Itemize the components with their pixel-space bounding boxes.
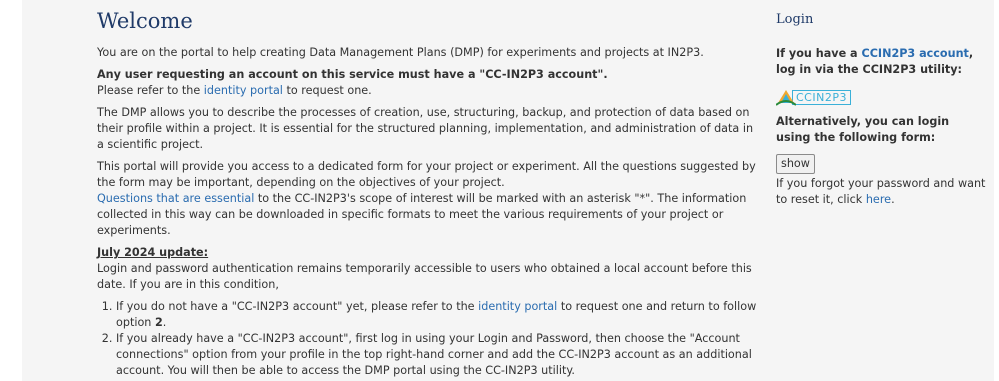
step-1-identity-portal-link[interactable]: identity portal (478, 300, 557, 313)
main-content: Welcome You are on the portal to help cr… (97, 8, 757, 379)
portal-description: This portal will provide you access to a… (97, 159, 757, 239)
page-title: Welcome (97, 9, 193, 33)
notice-post: to request one. (282, 84, 372, 97)
login-title: Login (776, 12, 814, 27)
update-section: July 2024 update: Login and password aut… (97, 245, 757, 293)
cc-pre: If you have a (776, 47, 862, 60)
essential-questions-link[interactable]: Questions that are essential (97, 192, 254, 205)
step-2: If you already have a "CC-IN2P3 account"… (116, 331, 757, 379)
identity-portal-link[interactable]: identity portal (204, 84, 283, 97)
step-1-end: . (162, 316, 167, 329)
dmp-description: The DMP allows you to describe the proce… (97, 106, 754, 151)
update-steps: If you do not have a "CC-IN2P3 account" … (97, 299, 757, 379)
account-notice-bold: Any user requesting an account on this s… (97, 68, 608, 81)
ccin2p3-logo-text: CCIN2P3 (792, 89, 851, 105)
account-notice: Any user requesting an account on this s… (97, 67, 757, 99)
step-1-text: If you do not have a "CC-IN2P3 account" … (116, 300, 479, 313)
ccin2p3-login-logo[interactable]: CCIN2P3 (776, 86, 866, 108)
show-login-form-button[interactable]: show (776, 154, 815, 174)
step-1: If you do not have a "CC-IN2P3 account" … (116, 299, 757, 331)
forgot-password-text: If you forgot your password and want to … (776, 176, 986, 208)
ccin2p3-logo-icon (776, 90, 796, 106)
forgot-post: . (891, 193, 895, 206)
portal-text: This portal will provide you access to a… (97, 160, 756, 189)
update-text: Login and password authentication remain… (97, 262, 752, 291)
login-sidebar: Login If you have a CCIN2P3 account, log… (776, 8, 986, 208)
alt-login-text: Alternatively, you can login using the f… (776, 115, 950, 144)
reset-password-link[interactable]: here (866, 193, 891, 206)
update-heading: July 2024 update: (97, 246, 209, 259)
ccin2p3-account-link[interactable]: CCIN2P3 account (862, 47, 969, 60)
cc-login-prompt: If you have a CCIN2P3 account, log in vi… (776, 46, 986, 78)
step-1-option-number: 2 (154, 316, 163, 329)
notice-pre: Please refer to the (97, 84, 204, 97)
intro-text: You are on the portal to help creating D… (97, 46, 704, 59)
